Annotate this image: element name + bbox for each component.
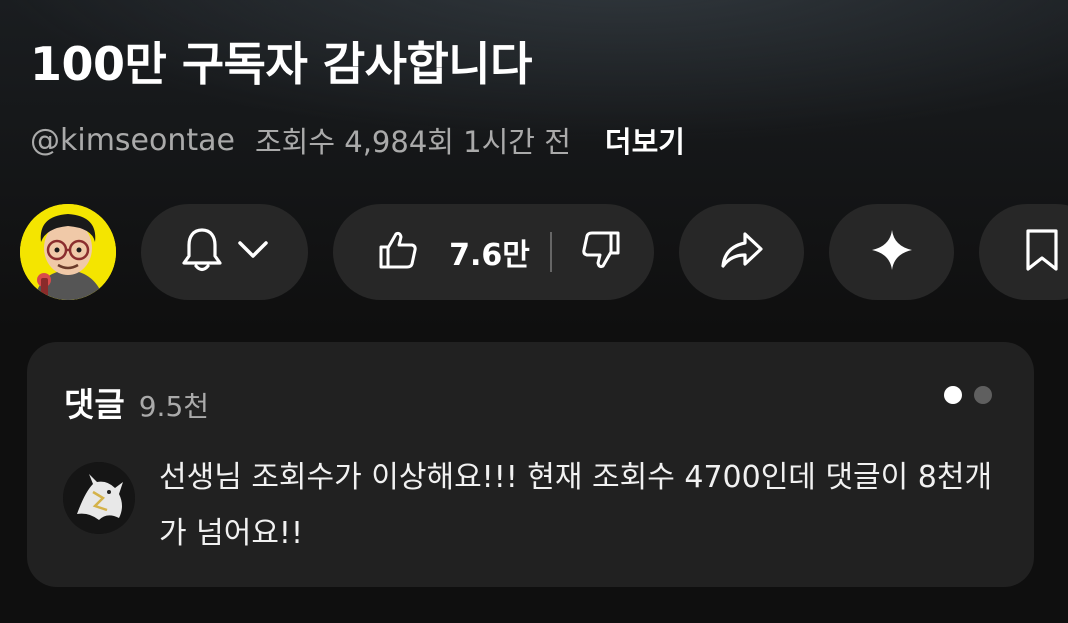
like-dislike-group: 7.6만 <box>333 204 654 300</box>
view-count-and-time: 조회수 4,984회 1시간 전 <box>255 125 571 159</box>
channel-avatar[interactable] <box>20 204 116 300</box>
more-button[interactable]: 더보기 <box>605 119 685 161</box>
pagination-dots <box>944 386 992 404</box>
pagination-dot-inactive <box>974 386 992 404</box>
subscription-bell-button[interactable] <box>141 204 308 300</box>
comments-count: 9.5천 <box>138 390 210 423</box>
commenter-avatar[interactable] <box>63 462 135 534</box>
share-button[interactable] <box>679 204 804 300</box>
action-bar: 7.6만 <box>20 204 1068 300</box>
dislike-button[interactable] <box>552 204 652 300</box>
top-comment-text: 선생님 조회수가 이상해요!!! 현재 조회수 4700인데 댓글이 8천개가 … <box>159 460 993 551</box>
chevron-down-icon <box>237 240 269 264</box>
save-button[interactable] <box>979 204 1068 300</box>
comments-header: 댓글 9.5천 <box>64 378 209 426</box>
like-count: 7.6만 <box>449 238 530 273</box>
sparkle-icon <box>870 228 914 276</box>
thumbs-down-icon <box>580 229 622 275</box>
channel-avatar-illustration <box>20 204 116 300</box>
comments-card[interactable]: 댓글 9.5천 선생님 조회수가 이상해요!!! 현재 조회수 4700인데 댓… <box>27 342 1034 587</box>
like-button[interactable]: 7.6만 <box>335 204 550 300</box>
ask-ai-button[interactable] <box>829 204 954 300</box>
thumbs-up-icon <box>377 229 419 275</box>
comments-label: 댓글 <box>64 385 125 424</box>
video-title: 100만 구독자 감사합니다 <box>30 37 532 91</box>
share-arrow-icon <box>719 230 765 274</box>
video-meta-row: @kimseontae 조회수 4,984회 1시간 전 더보기 <box>30 118 685 162</box>
pagination-dot-active <box>944 386 962 404</box>
bookmark-icon <box>1024 228 1060 276</box>
commenter-avatar-illustration <box>63 462 135 534</box>
bell-icon <box>181 226 223 278</box>
channel-handle[interactable]: @kimseontae <box>30 123 235 158</box>
